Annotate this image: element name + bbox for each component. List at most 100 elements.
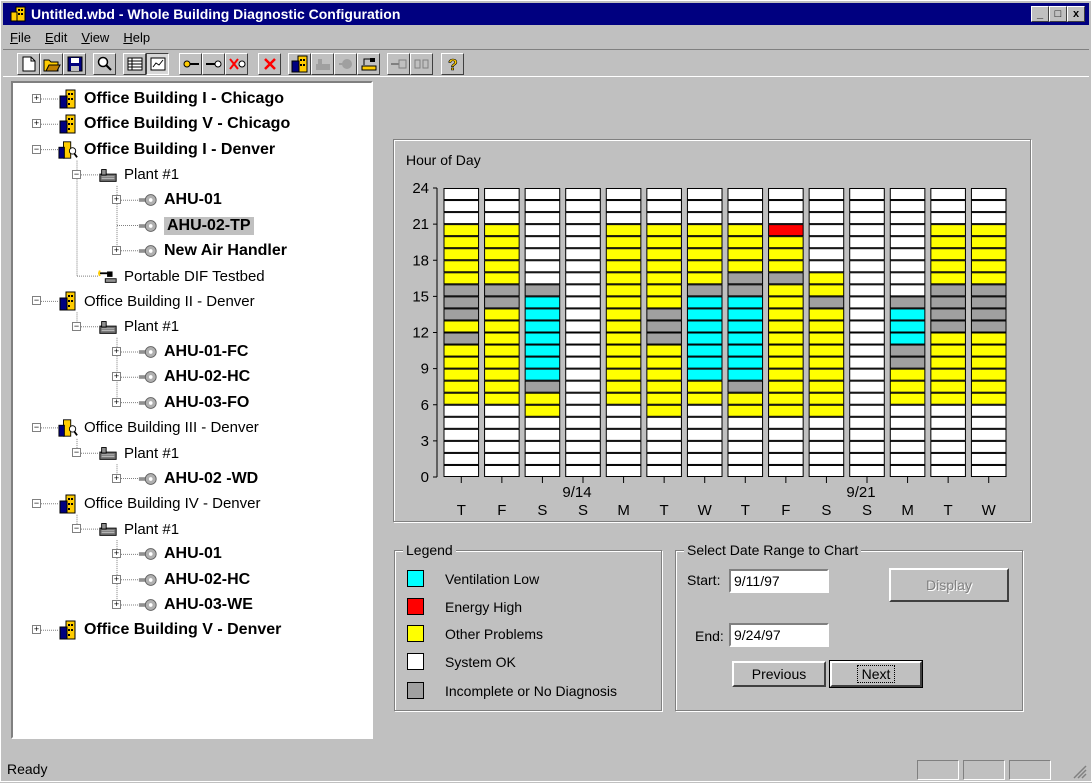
tree-item[interactable]: Office Building I - Denver bbox=[58, 139, 275, 161]
expand-icon[interactable]: + bbox=[112, 347, 121, 356]
resize-grip-icon[interactable] bbox=[1071, 763, 1087, 779]
link-delete-icon bbox=[228, 58, 245, 70]
link-add-button[interactable] bbox=[202, 53, 225, 75]
tree-item[interactable]: Office Building V - Chicago bbox=[58, 113, 290, 135]
tree-item[interactable]: AHU-02-TP bbox=[138, 215, 254, 237]
collapse-icon[interactable]: − bbox=[32, 422, 41, 432]
table-view-button[interactable] bbox=[123, 53, 146, 75]
tree-item-label: Office Building IV - Denver bbox=[84, 495, 261, 513]
tree-item[interactable]: AHU-03-FO bbox=[138, 392, 249, 414]
tree-item[interactable]: AHU-02-HC bbox=[138, 569, 250, 591]
plant-icon bbox=[315, 59, 330, 70]
tree-item[interactable]: Office Building V - Denver bbox=[58, 619, 281, 641]
link-delete-button[interactable] bbox=[225, 53, 248, 75]
expand-icon[interactable]: + bbox=[112, 195, 121, 205]
testbed-icon bbox=[361, 58, 376, 71]
find-button[interactable] bbox=[93, 53, 116, 75]
expand-icon[interactable]: + bbox=[32, 94, 41, 103]
tree-item[interactable]: AHU-01-FC bbox=[138, 341, 248, 363]
add-plant-button[interactable] bbox=[311, 53, 334, 75]
delete-button[interactable] bbox=[258, 53, 281, 75]
start-date-input[interactable] bbox=[729, 569, 829, 593]
display-button[interactable]: Display bbox=[889, 568, 1009, 602]
add-testbed-button[interactable] bbox=[357, 53, 380, 75]
building-tree[interactable]: Office Building I - Chicago + Office Build… bbox=[11, 81, 373, 739]
expand-icon[interactable]: + bbox=[112, 372, 121, 382]
expand-icon[interactable]: + bbox=[112, 245, 121, 255]
expand-icon[interactable]: + bbox=[112, 473, 121, 483]
next-button[interactable]: Next bbox=[829, 660, 923, 688]
tree-item[interactable]: Plant #1 bbox=[98, 164, 179, 186]
tree-item[interactable]: Office Building II - Denver bbox=[58, 290, 255, 312]
previous-button[interactable]: Previous bbox=[732, 661, 826, 687]
legend-swatch bbox=[407, 625, 424, 642]
tree-item[interactable]: Plant #1 bbox=[98, 518, 179, 540]
tree-item[interactable]: Office Building I - Chicago bbox=[58, 88, 284, 110]
collapse-icon[interactable]: − bbox=[72, 524, 81, 534]
tree-item[interactable]: AHU-01 bbox=[138, 543, 222, 565]
link-button[interactable] bbox=[179, 53, 202, 75]
end-date-input[interactable] bbox=[729, 623, 829, 647]
new-button[interactable] bbox=[17, 53, 40, 75]
collapse-icon[interactable]: − bbox=[32, 296, 41, 306]
tree-item[interactable]: New Air Handler bbox=[138, 240, 287, 262]
tree-item[interactable]: Plant #1 bbox=[98, 442, 179, 464]
expand-icon[interactable]: + bbox=[112, 549, 121, 559]
toolbar: ? bbox=[3, 49, 1089, 77]
open-button[interactable] bbox=[40, 53, 63, 75]
add-ahu-button[interactable] bbox=[334, 53, 357, 75]
expand-icon[interactable]: + bbox=[112, 574, 121, 584]
tree-item[interactable]: Portable DIF Testbed bbox=[98, 265, 265, 287]
tree-item-label: Office Building III - Denver bbox=[84, 419, 259, 437]
save-button[interactable] bbox=[63, 53, 86, 75]
save-icon bbox=[67, 56, 82, 72]
tree-item-label: AHU-02-HC bbox=[164, 368, 251, 386]
tree-item[interactable]: Plant #1 bbox=[98, 316, 179, 338]
menu-help[interactable]: Help bbox=[116, 30, 157, 45]
expand-icon[interactable]: + bbox=[32, 119, 41, 129]
minimize-button[interactable]: _ bbox=[1031, 6, 1049, 22]
add-building-button[interactable] bbox=[288, 53, 311, 75]
date-range-title: Select Date Range to Chart bbox=[684, 542, 862, 558]
help-button[interactable]: ? bbox=[441, 53, 464, 75]
menu-view[interactable]: View bbox=[74, 30, 116, 45]
menu-edit[interactable]: Edit bbox=[38, 30, 74, 45]
expand-icon[interactable]: + bbox=[112, 397, 121, 407]
legend-label: Ventilation Low bbox=[445, 570, 540, 587]
collapse-icon[interactable]: − bbox=[72, 321, 81, 331]
tree-item-label: AHU-01-FC bbox=[164, 343, 249, 360]
title-bar[interactable]: Untitled.wbd - Whole Building Diagnostic… bbox=[3, 3, 1089, 25]
legend-label: Other Problems bbox=[445, 625, 544, 642]
legend-item-system-ok: System OK bbox=[407, 653, 516, 670]
chart-view-button[interactable] bbox=[146, 53, 169, 75]
tree-item[interactable]: Office Building IV - Denver bbox=[58, 493, 260, 515]
maximize-button[interactable]: □ bbox=[1049, 6, 1067, 22]
end-label: End: bbox=[695, 628, 724, 644]
tree-item[interactable]: AHU-01 bbox=[138, 189, 222, 211]
tree-item-label: Office Building I - Denver bbox=[84, 140, 276, 158]
building-app-icon bbox=[10, 6, 26, 22]
tree-item-label: AHU-02 -WD bbox=[164, 469, 259, 487]
close-button[interactable]: x bbox=[1067, 6, 1085, 22]
tree-item[interactable]: AHU-02-HC bbox=[138, 366, 250, 388]
collapse-icon[interactable]: − bbox=[72, 169, 81, 179]
collapse-icon[interactable]: − bbox=[32, 144, 41, 154]
collapse-icon[interactable]: − bbox=[72, 448, 81, 458]
tree-item[interactable]: AHU-03-WE bbox=[138, 594, 253, 616]
status-text: Ready bbox=[7, 761, 48, 777]
tree-item-label: Office Building II - Denver bbox=[84, 292, 255, 310]
tree-item-label: Office Building V - Chicago bbox=[84, 115, 291, 133]
testbed-icon bbox=[98, 267, 118, 285]
building-search-icon bbox=[58, 140, 78, 159]
disconnect-button[interactable] bbox=[410, 53, 433, 75]
menu-file[interactable]: File bbox=[3, 30, 38, 45]
collapse-icon[interactable]: − bbox=[32, 498, 41, 508]
expand-icon[interactable]: + bbox=[112, 600, 121, 609]
tree-item-label: AHU-02-HC bbox=[164, 570, 251, 588]
tree-item[interactable]: AHU-02 -WD bbox=[138, 468, 258, 490]
link-icon bbox=[183, 60, 199, 68]
connect-button[interactable] bbox=[387, 53, 410, 75]
tree-item[interactable]: Office Building III - Denver bbox=[58, 417, 259, 439]
status-panel bbox=[963, 760, 1005, 780]
expand-icon[interactable]: + bbox=[32, 625, 41, 635]
